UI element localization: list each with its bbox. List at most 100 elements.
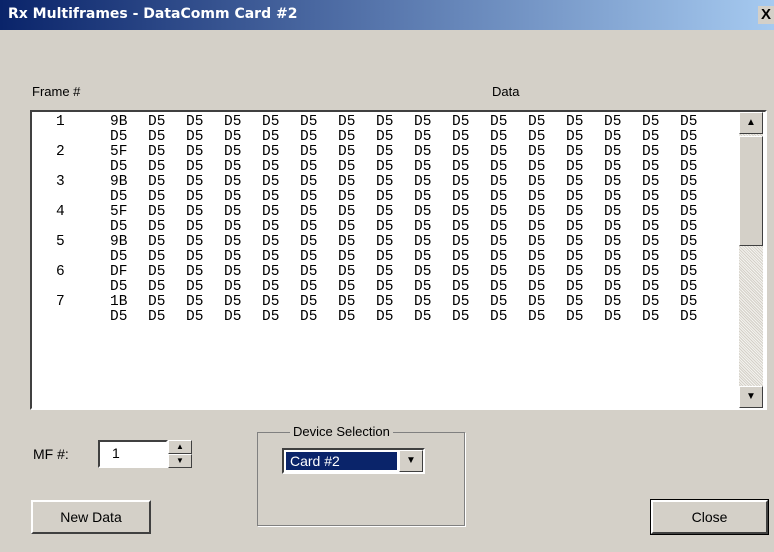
data-byte: D5 [642, 264, 660, 280]
data-byte: D5 [300, 189, 318, 205]
data-byte: D5 [452, 234, 470, 250]
data-byte: D5 [186, 294, 204, 310]
frame-row: 7 1B D5 D5 D5 D5 D5 D5 D5 D5 D5 D5 D5 D5 D5 D5 D5 [32, 295, 738, 310]
data-byte: D5 [262, 114, 280, 130]
data-byte: D5 [642, 204, 660, 220]
spin-up-icon[interactable]: ▲ [168, 440, 192, 454]
data-byte: D5 [604, 309, 622, 325]
chevron-down-icon[interactable]: ▼ [399, 450, 423, 472]
device-select-value: Card #2 [286, 452, 397, 470]
frame-bytes: 5F D5 D5 D5 D5 D5 D5 D5 D5 D5 D5 D5 D5 D5 D5 D5 [110, 205, 718, 220]
close-window-icon[interactable]: X [758, 6, 774, 24]
frame-bytes: D5 D5 D5 D5 D5 D5 D5 D5 D5 D5 D5 D5 D5 D5 D5 D5 [110, 310, 718, 325]
data-byte: D5 [224, 129, 242, 145]
data-byte: D5 [566, 249, 584, 265]
data-byte: D5 [376, 174, 394, 190]
device-select[interactable]: Card #2 ▼ [282, 448, 425, 474]
data-byte: D5 [262, 264, 280, 280]
data-byte: D5 [642, 189, 660, 205]
data-byte: D5 [604, 129, 622, 145]
data-byte: D5 [566, 114, 584, 130]
data-byte: D5 [642, 159, 660, 175]
data-byte: D5 [186, 144, 204, 160]
data-byte: D5 [262, 234, 280, 250]
data-byte: D5 [224, 174, 242, 190]
frame-row: 1 9B D5 D5 D5 D5 D5 D5 D5 D5 D5 D5 D5 D5 D5 D5 D5 [32, 115, 738, 130]
data-byte: D5 [680, 189, 698, 205]
data-byte: D5 [376, 279, 394, 295]
data-byte: D5 [262, 159, 280, 175]
data-byte: D5 [604, 204, 622, 220]
mf-label: MF #: [33, 446, 69, 462]
frame-number: 5 [56, 234, 65, 250]
data-byte: D5 [338, 189, 356, 205]
frames-listbox[interactable]: 1 9B D5 D5 D5 D5 D5 D5 D5 D5 D5 D5 D5 D5 D5 D5 D5 D5 D5 D5 D… [30, 110, 767, 410]
data-byte: D5 [376, 189, 394, 205]
data-byte: D5 [300, 114, 318, 130]
data-byte: 5F [110, 144, 128, 160]
data-byte: D5 [262, 279, 280, 295]
data-byte: D5 [566, 234, 584, 250]
data-byte: D5 [300, 159, 318, 175]
data-byte: D5 [414, 129, 432, 145]
data-byte: D5 [148, 204, 166, 220]
data-byte: D5 [566, 264, 584, 280]
data-byte: D5 [224, 189, 242, 205]
data-byte: D5 [414, 309, 432, 325]
data-byte: D5 [490, 309, 508, 325]
data-byte: D5 [452, 129, 470, 145]
frames-list: 1 9B D5 D5 D5 D5 D5 D5 D5 D5 D5 D5 D5 D5 D5 D5 D5 D5 D5 D5 D… [32, 115, 738, 325]
data-byte: D5 [604, 144, 622, 160]
frame-number: 7 [56, 294, 65, 310]
data-byte: D5 [262, 249, 280, 265]
data-byte: D5 [186, 174, 204, 190]
data-byte: D5 [110, 159, 128, 175]
data-byte: D5 [528, 144, 546, 160]
frame-bytes: 9B D5 D5 D5 D5 D5 D5 D5 D5 D5 D5 D5 D5 D5 D5 D5 [110, 115, 718, 130]
data-byte: D5 [528, 249, 546, 265]
data-byte: D5 [414, 144, 432, 160]
data-byte: 9B [110, 114, 128, 130]
data-byte: D5 [566, 144, 584, 160]
frame-row: D5 D5 D5 D5 D5 D5 D5 D5 D5 D5 D5 D5 D5 D5 D5 D5 [32, 310, 738, 325]
data-byte: D5 [566, 174, 584, 190]
data-byte: D5 [300, 219, 318, 235]
frame-bytes: 1B D5 D5 D5 D5 D5 D5 D5 D5 D5 D5 D5 D5 D5 D5 D5 [110, 295, 718, 310]
vertical-scrollbar[interactable]: ▲ ▼ [739, 112, 763, 408]
data-byte: D5 [490, 219, 508, 235]
frame-bytes: D5 D5 D5 D5 D5 D5 D5 D5 D5 D5 D5 D5 D5 D5 D5 D5 [110, 190, 718, 205]
data-byte: D5 [338, 114, 356, 130]
new-data-button[interactable]: New Data [31, 500, 151, 534]
scroll-thumb[interactable] [739, 136, 763, 246]
data-byte: D5 [528, 129, 546, 145]
scroll-up-icon[interactable]: ▲ [739, 112, 763, 134]
data-byte: D5 [376, 144, 394, 160]
data-byte: D5 [414, 279, 432, 295]
data-byte: D5 [414, 234, 432, 250]
data-byte: D5 [490, 234, 508, 250]
data-byte: D5 [148, 279, 166, 295]
data-byte: D5 [414, 159, 432, 175]
data-byte: D5 [224, 144, 242, 160]
spin-down-icon[interactable]: ▼ [168, 454, 192, 468]
mf-number-input[interactable]: 1 [98, 440, 168, 468]
data-byte: D5 [604, 279, 622, 295]
data-byte: D5 [528, 234, 546, 250]
data-byte: D5 [186, 114, 204, 130]
data-byte: D5 [490, 159, 508, 175]
frame-bytes: 9B D5 D5 D5 D5 D5 D5 D5 D5 D5 D5 D5 D5 D5 D5 D5 [110, 175, 718, 190]
data-byte: D5 [224, 264, 242, 280]
data-byte: D5 [338, 249, 356, 265]
data-byte: D5 [300, 309, 318, 325]
data-byte: D5 [452, 294, 470, 310]
data-byte: D5 [604, 174, 622, 190]
data-byte: D5 [642, 174, 660, 190]
data-byte: D5 [490, 144, 508, 160]
data-byte: D5 [338, 279, 356, 295]
data-byte: D5 [300, 234, 318, 250]
data-byte: D5 [642, 279, 660, 295]
data-byte: D5 [186, 219, 204, 235]
data-byte: D5 [566, 159, 584, 175]
close-button[interactable]: Close [650, 499, 769, 535]
scroll-down-icon[interactable]: ▼ [739, 386, 763, 408]
